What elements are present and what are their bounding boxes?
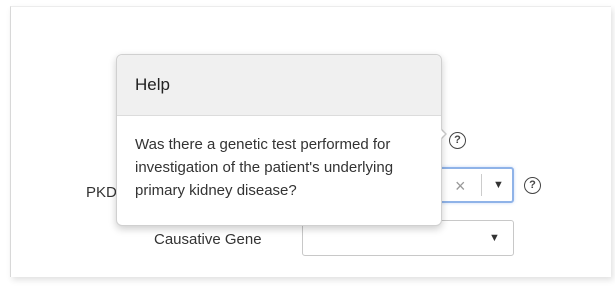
chevron-down-icon[interactable]: ▼ (493, 180, 504, 191)
select-divider (481, 174, 482, 196)
popover-header: Help (117, 55, 441, 116)
help-popover: Help Was there a genetic test performed … (116, 54, 442, 226)
chevron-down-icon[interactable]: ▼ (489, 233, 500, 244)
help-icon-pkd[interactable]: ? (524, 177, 541, 194)
popover-title: Help (135, 75, 170, 94)
popover-arrow-inner (437, 126, 445, 142)
causative-gene-label: Causative Gene (154, 231, 262, 248)
clear-icon[interactable]: × (455, 177, 466, 195)
help-icon-genetic-test[interactable]: ? (449, 132, 466, 149)
pkd-label: PKD (86, 184, 117, 201)
genetic-test-select[interactable]: × ▼ (431, 167, 514, 203)
popover-body: Was there a genetic test performed for i… (135, 136, 394, 199)
